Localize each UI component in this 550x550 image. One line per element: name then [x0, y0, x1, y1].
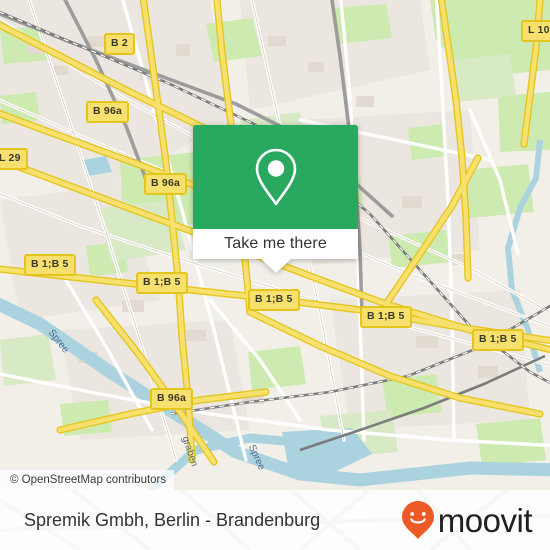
map-attribution[interactable]: © OpenStreetMap contributors [0, 470, 175, 490]
take-me-there-button[interactable]: Take me there [193, 229, 358, 273]
road-shield: B 1;B 5 [24, 254, 76, 276]
road-shield: B 96a [86, 101, 130, 123]
moovit-place-map-screen: B 2 B 96a L 29 B 96a B 1;B 5 B 1;B 5 B 1;B 5 B … [0, 0, 550, 550]
road-shield: B 96a [144, 173, 188, 195]
road-shield: L 10 [521, 20, 550, 42]
road-shield: B 1;B 5 [360, 306, 412, 328]
moovit-brand[interactable]: moovit [401, 500, 533, 540]
map-pin-icon [255, 148, 296, 206]
bottom-info-bar: Spremik Gmbh, Berlin - Brandenburg moovi… [0, 490, 550, 550]
popup-icon-panel [193, 125, 358, 229]
road-shield: B 1;B 5 [248, 289, 300, 311]
map-canvas[interactable]: B 2 B 96a L 29 B 96a B 1;B 5 B 1;B 5 B 1;B 5 B … [0, 0, 550, 490]
moovit-wordmark: moovit [437, 501, 533, 539]
place-title: Spremik Gmbh, Berlin - Brandenburg [24, 509, 321, 530]
place-popup-card[interactable]: Take me there [193, 125, 358, 273]
road-shield: B 1;B 5 [136, 272, 188, 294]
road-shield: B 1;B 5 [472, 329, 524, 351]
road-shield: B 2 [104, 33, 135, 55]
road-shield: B 96a [150, 388, 194, 410]
moovit-pin-icon [401, 501, 434, 539]
popup-tail [260, 259, 291, 273]
take-me-there-label: Take me there [224, 235, 327, 252]
road-shield: L 29 [0, 148, 28, 170]
attribution-text: © OpenStreetMap contributors [10, 474, 167, 486]
